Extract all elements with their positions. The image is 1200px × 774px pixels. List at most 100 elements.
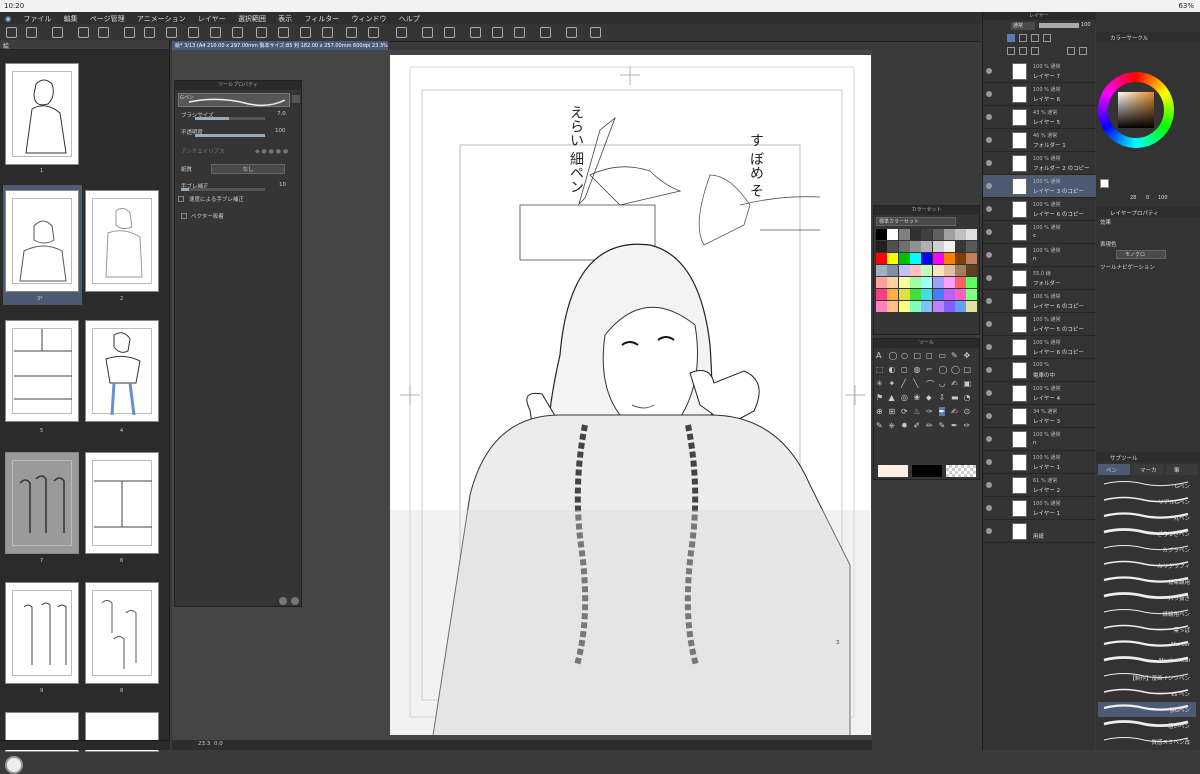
color-swatch[interactable] [898,241,910,252]
new-file-icon[interactable] [6,27,17,38]
tool-icon[interactable]: ▬ [951,393,959,402]
color-swatch[interactable] [966,253,978,264]
layer-row[interactable]: 100 % 通常 レイヤー 4 [983,382,1096,405]
draft-icon[interactable] [1043,34,1051,42]
tool-icon[interactable]: ╱ [901,379,906,388]
canvas-page[interactable]: えらい 細ペン す ぼめ そ 3 [390,55,871,735]
color-swatch[interactable] [943,253,955,264]
color-swatch[interactable] [909,265,921,276]
visibility-eye-icon[interactable] [986,344,992,350]
tool-icon[interactable]: ⌒ [926,379,934,390]
tool-icon[interactable]: ╲ [914,379,919,388]
page-prev-icon[interactable] [422,27,433,38]
color-swatch[interactable] [955,241,967,252]
brush-item[interactable]: 効果線用 [1098,574,1196,589]
vector-checkbox[interactable] [181,213,187,219]
tool-icon[interactable]: ⊙ [964,407,971,416]
tool-icon[interactable]: ✎ [876,421,883,430]
tool-icon[interactable]: ⇩ [939,393,946,402]
document-tab[interactable]: 絵* 3/13 (A4 210.00 x 297.00mm 製本サイズ:85 判… [172,41,388,50]
color-mode-select[interactable]: モノクロ [1116,250,1166,259]
zoom-readout[interactable]: 23.3 [198,741,210,747]
menu-animation[interactable]: アニメーション [132,12,191,24]
color-swatch[interactable] [966,277,978,288]
settings-icon[interactable] [540,27,551,38]
snap-icon[interactable] [346,27,357,38]
color-swatch[interactable] [898,229,910,240]
color-swatch[interactable] [921,265,933,276]
tool-icon[interactable]: ✳ [876,379,883,388]
color-swatch[interactable] [955,265,967,276]
stabilization-slider[interactable] [181,188,265,191]
color-swatch[interactable] [887,301,899,312]
color-swatch[interactable] [887,253,899,264]
visibility-eye-icon[interactable] [986,390,992,396]
cut-icon[interactable] [124,27,135,38]
tool-icon[interactable]: ✒ [951,421,958,430]
speed-stab-checkbox[interactable] [178,196,184,202]
undo-icon[interactable] [78,27,89,38]
brush-preview[interactable]: Gペン [178,93,290,107]
save-icon[interactable] [52,27,63,38]
lock-icon[interactable] [292,95,300,103]
color-swatch[interactable] [921,301,933,312]
color-swatch[interactable] [955,229,967,240]
blend-mode-select[interactable]: 通常 [1011,22,1035,30]
new-layer-icon[interactable] [1007,47,1015,55]
layer-opacity-slider[interactable] [1039,23,1079,28]
ruler-icon[interactable] [470,27,481,38]
new-vector-layer-icon[interactable] [1019,47,1027,55]
color-swatch[interactable] [876,301,887,312]
brush-item[interactable]: 縁線用ペン [1098,606,1196,621]
layer-row[interactable]: 100 % 通常 レイヤー 6 [983,83,1096,106]
tool-icon[interactable]: ⊕ [876,407,883,416]
select-icon[interactable] [256,27,267,38]
brush-size-slider[interactable] [195,117,265,120]
tool-icon[interactable]: ✎ [939,421,946,430]
layer-row[interactable]: 100 % 通常 レイヤー 5 のコピー [983,313,1096,336]
visibility-eye-icon[interactable] [986,275,992,281]
color-swatch[interactable] [887,229,899,240]
visibility-eye-icon[interactable] [986,206,992,212]
layer-opacity-value[interactable]: 100 [1081,22,1091,28]
tool-icon[interactable]: ▣ [964,379,972,388]
color-swatch[interactable] [966,229,978,240]
layer-row[interactable]: 100 % 通常 フォルダー 2 のコピー [983,152,1096,175]
visibility-eye-icon[interactable] [986,413,992,419]
tab-marker[interactable]: マーカ [1132,464,1164,475]
tool-icon[interactable]: ⌐ [926,365,933,374]
layer-row[interactable]: 用紙 [983,520,1096,543]
color-swatch[interactable] [943,265,955,276]
mask-icon[interactable] [1067,47,1075,55]
clear-icon[interactable] [188,27,199,38]
color-swatch[interactable] [876,253,887,264]
page-thumb-2[interactable] [85,190,159,292]
visibility-eye-icon[interactable] [986,298,992,304]
page-thumb-6[interactable] [85,452,159,554]
color-swatch[interactable] [955,277,967,288]
brush-item[interactable]: リアルGペン [1098,494,1196,509]
tab-brush[interactable]: 筆 [1166,464,1198,475]
tool-icon[interactable]: ◯ [939,365,948,374]
color-swatch[interactable] [932,229,944,240]
color-swatch[interactable] [943,301,955,312]
tool-icon[interactable]: ✒ [938,407,946,416]
visibility-eye-icon[interactable] [986,183,992,189]
visibility-eye-icon[interactable] [986,528,992,534]
menu-window[interactable]: ウィンドウ [347,12,392,24]
primary-color-swatch[interactable] [912,465,942,477]
layer-row[interactable]: 100 % 通常 c [983,221,1096,244]
color-swatch[interactable] [921,229,933,240]
color-swatch[interactable] [955,301,967,312]
layer-row[interactable]: 100 % 通常 レイヤー 6 のコピー [983,336,1096,359]
tool-icon[interactable]: ◎ [901,393,908,402]
tool-icon[interactable]: ◔ [964,393,971,402]
layer-row[interactable]: 100 % 通常 レイヤー 1 [983,451,1096,474]
tool-icon[interactable]: ⬚ [876,365,884,374]
app-floating-icon[interactable] [5,756,23,774]
visibility-eye-icon[interactable] [986,505,992,511]
brush-item[interactable]: 葉っぱ [1098,622,1196,637]
tool-icon[interactable]: ✐ [914,421,921,430]
visibility-eye-icon[interactable] [986,137,992,143]
menu-filter[interactable]: フィルター [299,12,344,24]
